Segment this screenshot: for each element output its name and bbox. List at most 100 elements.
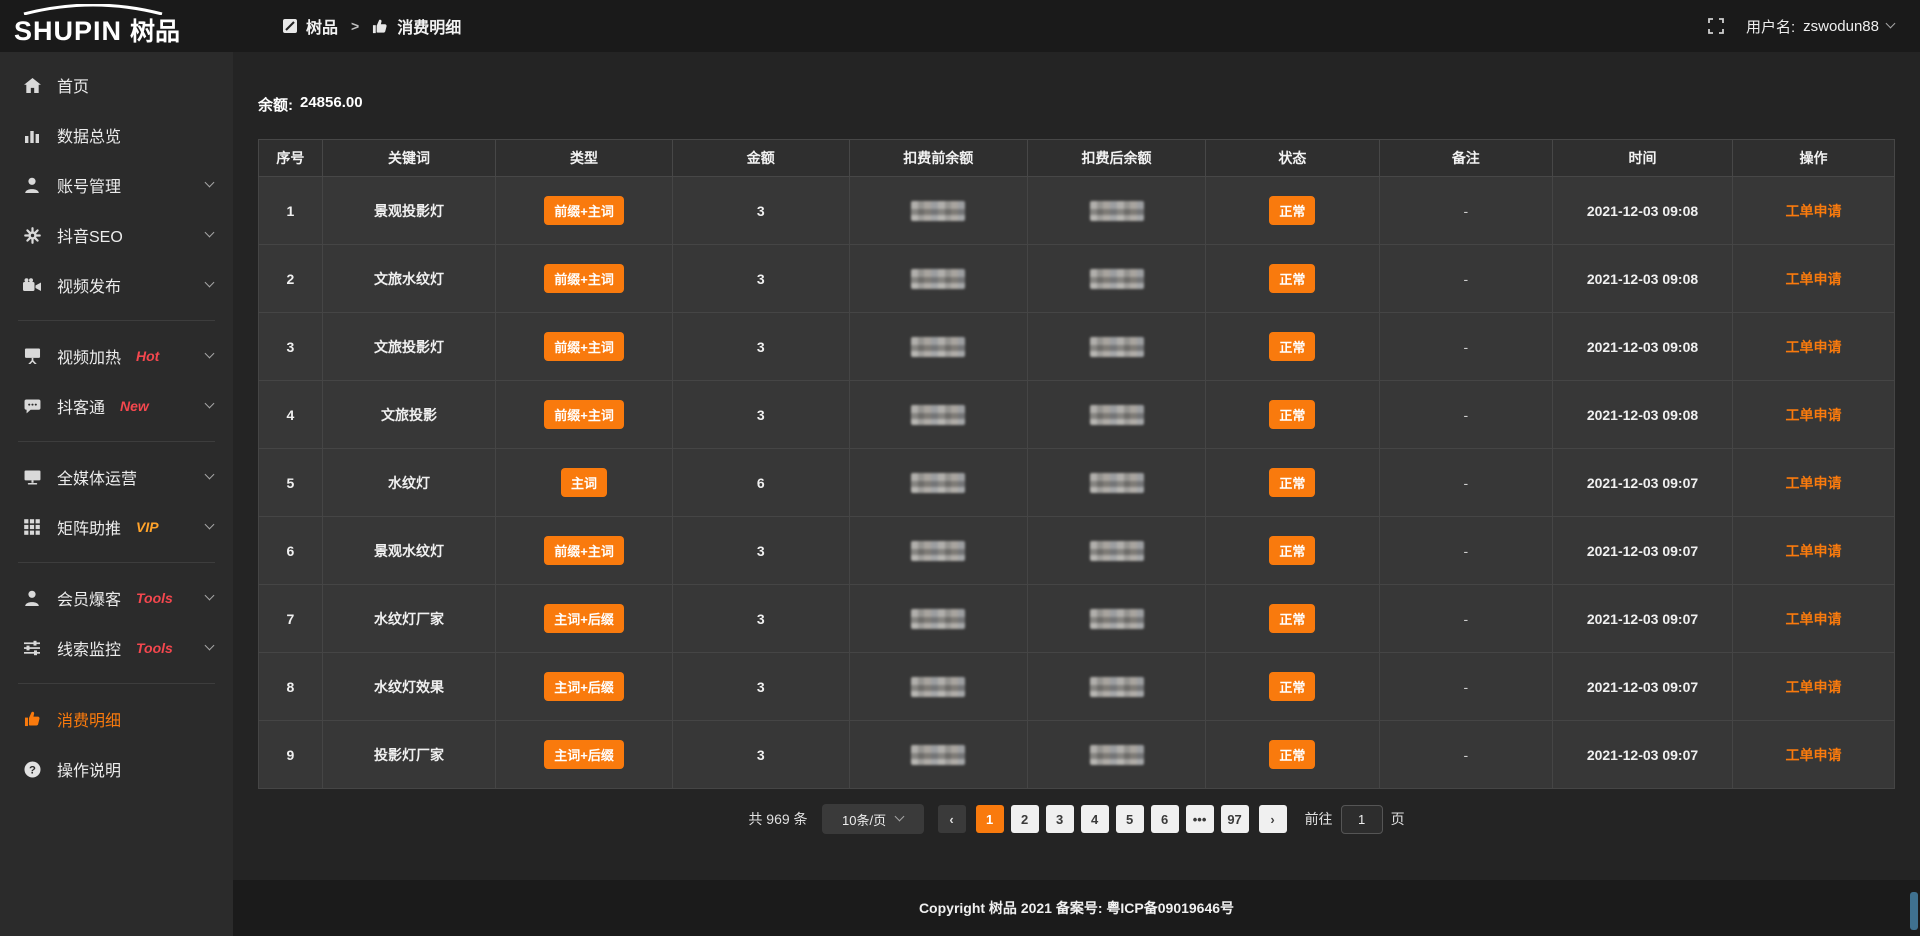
balance-before-cell (849, 653, 1027, 721)
type-cell: 前缀+主词 (496, 177, 673, 245)
sidebar-item-label: 会员爆客 (57, 586, 121, 610)
table-row: 8水纹灯效果主词+后缀3正常-2021-12-03 09:07工单申请 (259, 653, 1895, 721)
remark-cell: - (1379, 449, 1552, 517)
sidebar-item-video-heat[interactable]: 视频加热 Hot (0, 331, 233, 381)
monitor-icon (22, 470, 42, 485)
action-cell: 工单申请 (1732, 585, 1894, 653)
work-order-link[interactable]: 工单申请 (1785, 475, 1841, 491)
censored-balance-after (1090, 609, 1144, 629)
chevron-down-icon (205, 278, 215, 288)
type-badge: 主词+后缀 (544, 672, 624, 701)
col-remark: 备注 (1379, 140, 1552, 177)
status-cell: 正常 (1206, 381, 1379, 449)
sidebar-item-douyin-seo[interactable]: 抖音SEO (0, 210, 233, 260)
chevron-down-icon (205, 349, 215, 359)
remark-cell: - (1379, 653, 1552, 721)
vip-badge: VIP (136, 519, 159, 535)
balance-after-cell (1027, 449, 1205, 517)
breadcrumb-home[interactable]: 树品 (306, 14, 338, 38)
new-badge: New (120, 398, 149, 414)
work-order-link[interactable]: 工单申请 (1785, 611, 1841, 627)
amount-cell: 3 (672, 653, 849, 721)
amount-cell: 3 (672, 721, 849, 789)
page-ellipsis-button[interactable]: ••• (1186, 805, 1214, 833)
work-order-link[interactable]: 工单申请 (1785, 747, 1841, 763)
col-keyword: 关键词 (322, 140, 495, 177)
censored-balance-after (1090, 201, 1144, 221)
sidebar-item-data-overview[interactable]: 数据总览 (0, 110, 233, 160)
sidebar-item-label: 抖音SEO (57, 223, 123, 247)
sidebar-divider (18, 683, 215, 684)
breadcrumb-current[interactable]: 消费明细 (397, 14, 461, 38)
work-order-link[interactable]: 工单申请 (1785, 271, 1841, 287)
remark-cell: - (1379, 313, 1552, 381)
chevron-down-icon (895, 812, 905, 822)
breadcrumb: 树品 > 消费明细 (283, 14, 461, 38)
sidebar-item-douketong[interactable]: 抖客通 New (0, 381, 233, 431)
sidebar-item-instructions[interactable]: ? 操作说明 (0, 744, 233, 794)
chat-icon (22, 399, 42, 414)
time-cell: 2021-12-03 09:07 (1553, 653, 1733, 721)
censored-balance-after (1090, 677, 1144, 697)
grid-icon (22, 519, 42, 535)
scrollbar-thumb[interactable] (1910, 892, 1918, 930)
sidebar-divider (18, 441, 215, 442)
sidebar: 首页 数据总览 账号管理 抖音SEO 视频发布 视频加热 Hot 抖客通 New… (0, 52, 233, 936)
censored-balance-after (1090, 269, 1144, 289)
bar-chart-icon (22, 128, 42, 143)
chevron-down-icon (205, 641, 215, 651)
keyword-cell: 文旅投影灯 (322, 313, 495, 381)
page-button-5[interactable]: 5 (1116, 805, 1144, 833)
screen-icon (22, 348, 42, 364)
work-order-link[interactable]: 工单申请 (1785, 679, 1841, 695)
page-button-6[interactable]: 6 (1151, 805, 1179, 833)
tools-badge: Tools (136, 590, 173, 606)
user-menu[interactable]: 用户名: zswodun88 (1746, 16, 1894, 37)
row-index-cell: 3 (259, 313, 323, 381)
sidebar-item-member-baoke[interactable]: 会员爆客 Tools (0, 573, 233, 623)
amount-cell: 3 (672, 245, 849, 313)
chevron-down-icon (205, 470, 215, 480)
sidebar-item-account[interactable]: 账号管理 (0, 160, 233, 210)
page-button-1[interactable]: 1 (976, 805, 1004, 833)
type-cell: 主词+后缀 (496, 585, 673, 653)
work-order-link[interactable]: 工单申请 (1785, 203, 1841, 219)
table-row: 7水纹灯厂家主词+后缀3正常-2021-12-03 09:07工单申请 (259, 585, 1895, 653)
censored-balance-after (1090, 541, 1144, 561)
page-size-select[interactable]: 10条/页 (822, 804, 924, 834)
balance-before-cell (849, 449, 1027, 517)
table-row: 9投影灯厂家主词+后缀3正常-2021-12-03 09:07工单申请 (259, 721, 1895, 789)
sidebar-item-matrix-boost[interactable]: 矩阵助推 VIP (0, 502, 233, 552)
censored-balance-before (911, 745, 965, 765)
next-page-button[interactable]: › (1259, 805, 1287, 833)
prev-page-button[interactable]: ‹ (938, 805, 966, 833)
work-order-link[interactable]: 工单申请 (1785, 407, 1841, 423)
sidebar-item-video-publish[interactable]: 视频发布 (0, 260, 233, 310)
fullscreen-icon[interactable] (1708, 18, 1724, 34)
home-icon (22, 78, 42, 93)
sidebar-item-consume-detail[interactable]: 消费明细 (0, 694, 233, 744)
hot-badge: Hot (136, 348, 159, 364)
work-order-link[interactable]: 工单申请 (1785, 543, 1841, 559)
work-order-link[interactable]: 工单申请 (1785, 339, 1841, 355)
remark-cell: - (1379, 585, 1552, 653)
page-button-3[interactable]: 3 (1046, 805, 1074, 833)
sidebar-item-home[interactable]: 首页 (0, 60, 233, 110)
balance-before-cell (849, 517, 1027, 585)
keyword-cell: 水纹灯效果 (322, 653, 495, 721)
row-index-cell: 1 (259, 177, 323, 245)
balance-after-cell (1027, 653, 1205, 721)
censored-balance-after (1090, 337, 1144, 357)
goto-page-input[interactable] (1341, 805, 1383, 834)
page-button-97[interactable]: 97 (1221, 805, 1249, 833)
chevron-down-icon (205, 228, 215, 238)
page-button-2[interactable]: 2 (1011, 805, 1039, 833)
status-badge: 正常 (1269, 400, 1315, 429)
sidebar-item-media-ops[interactable]: 全媒体运营 (0, 452, 233, 502)
page-button-4[interactable]: 4 (1081, 805, 1109, 833)
status-cell: 正常 (1206, 653, 1379, 721)
sidebar-item-label: 线索监控 (57, 636, 121, 660)
logo[interactable]: SHUPIN 树品 (0, 4, 233, 48)
censored-balance-after (1090, 473, 1144, 493)
sidebar-item-clue-monitor[interactable]: 线索监控 Tools (0, 623, 233, 673)
